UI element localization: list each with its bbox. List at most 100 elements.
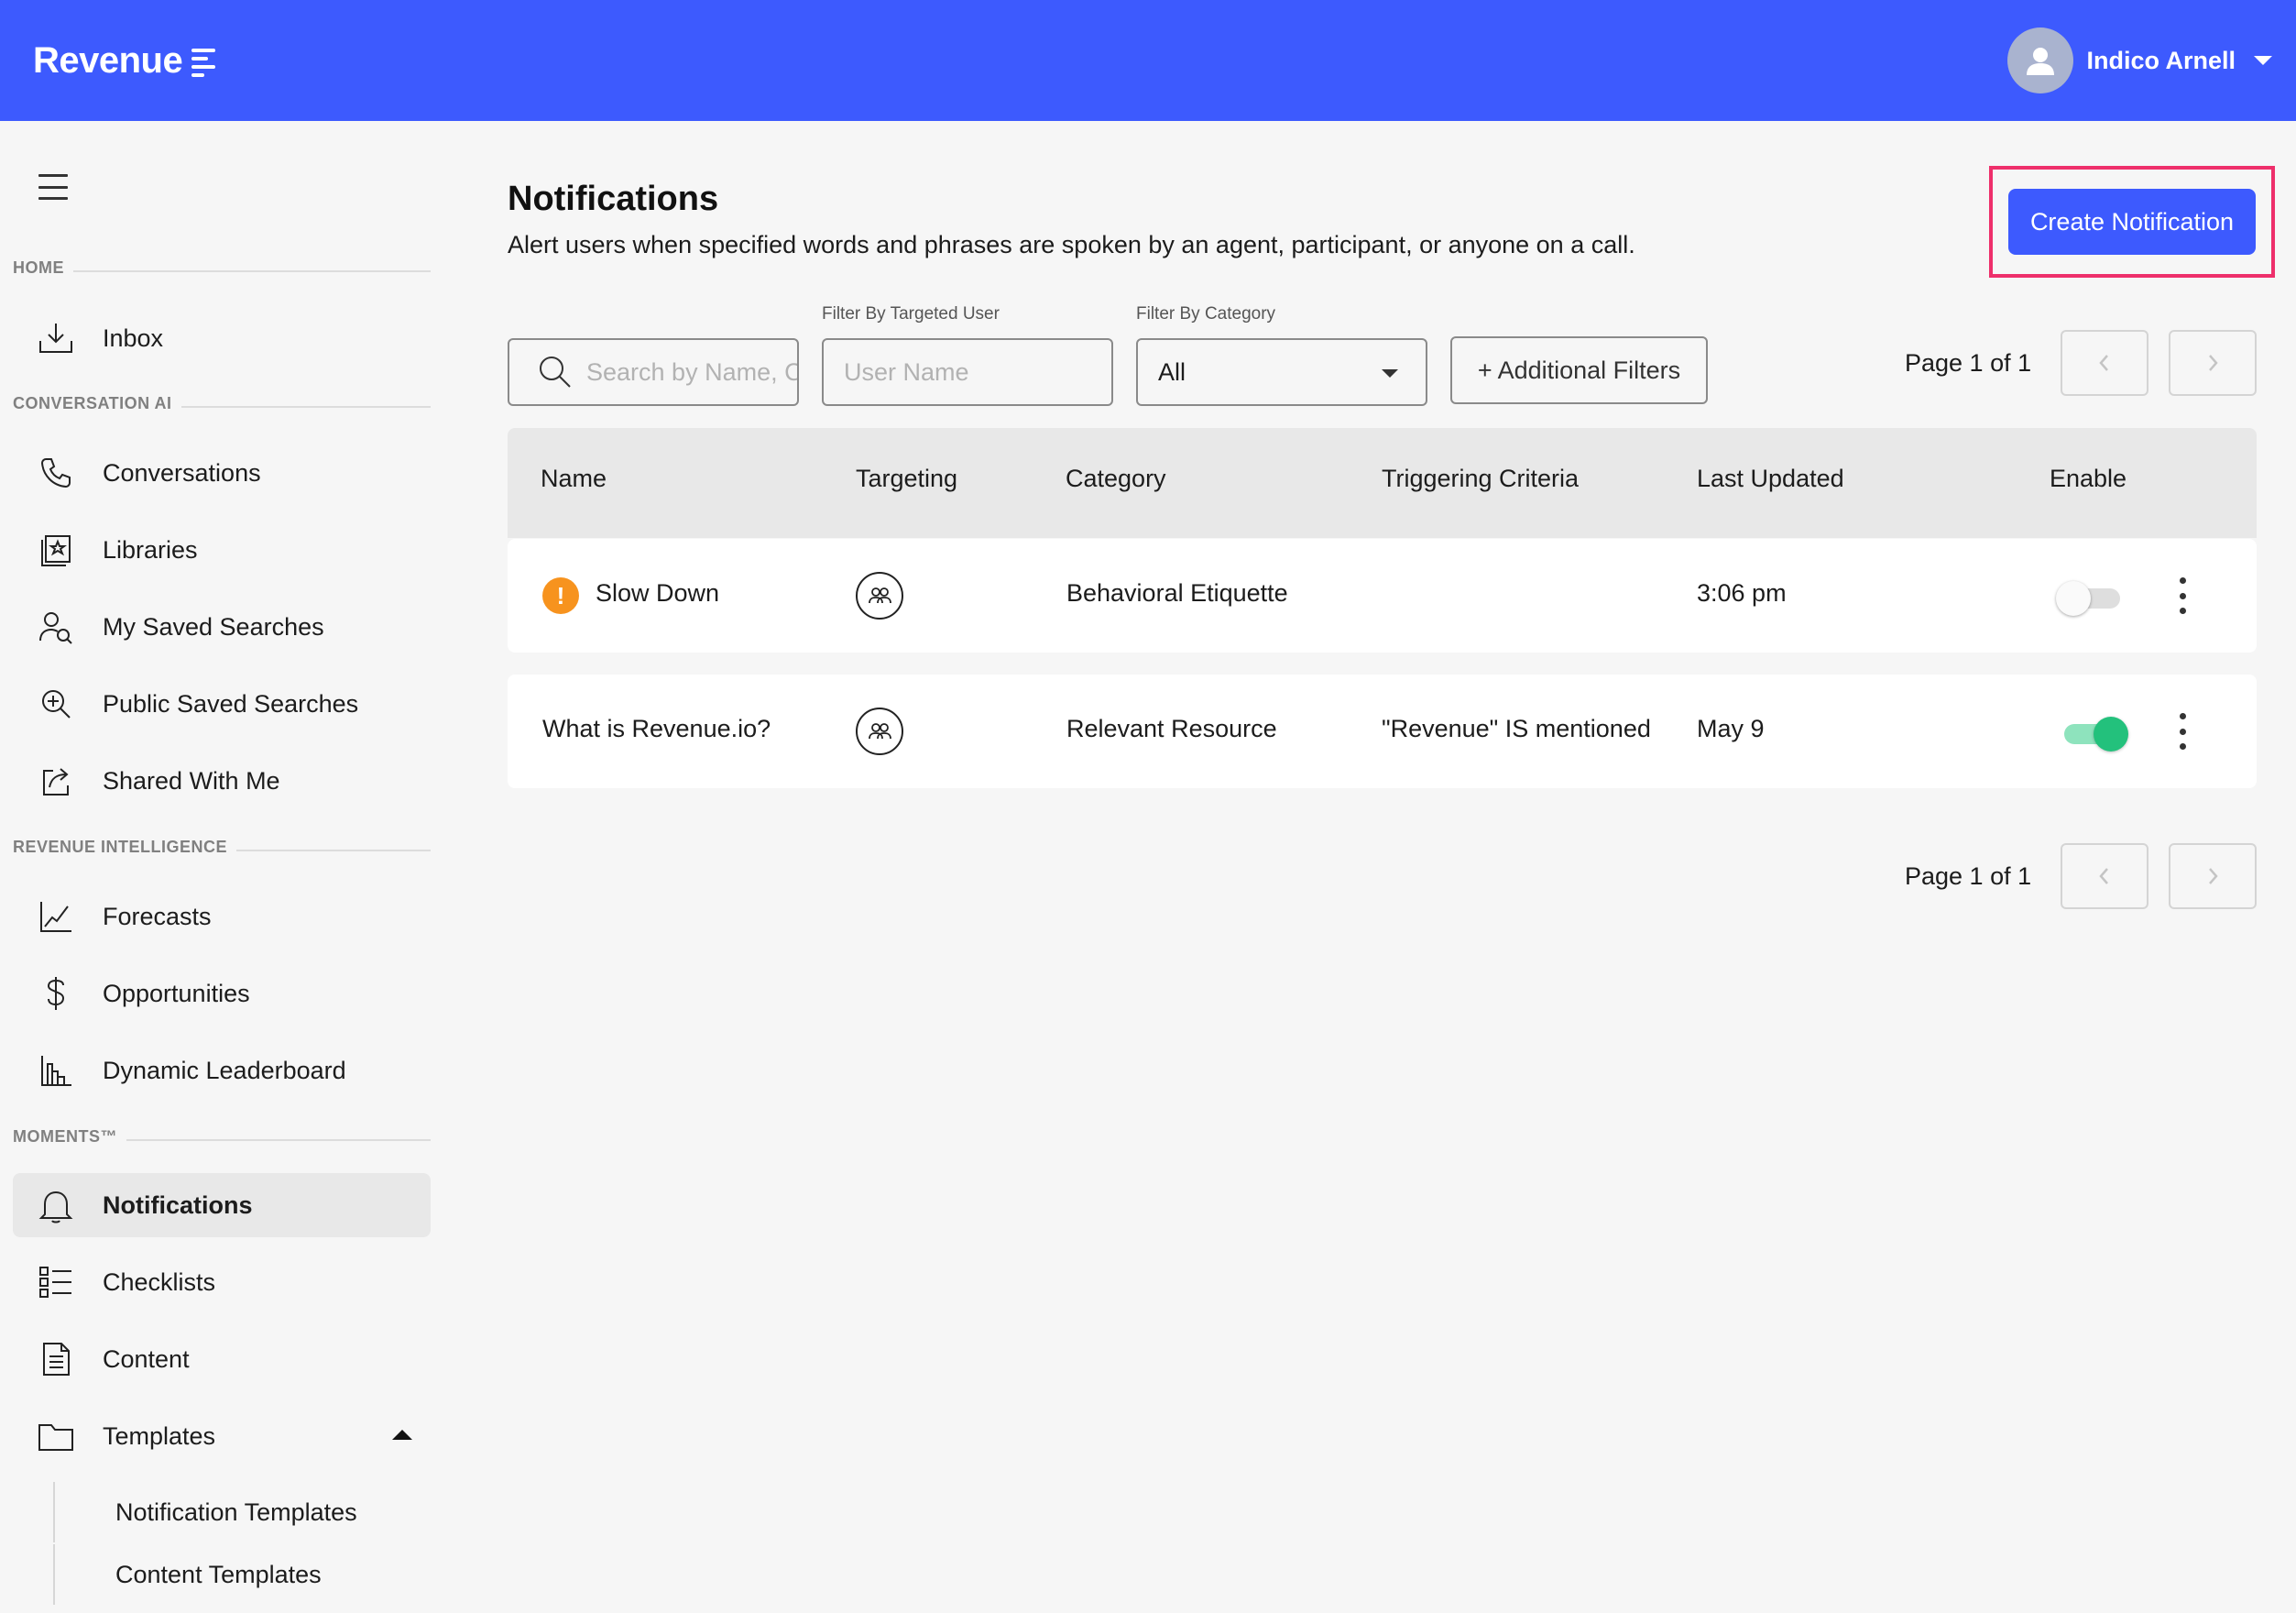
sidebar-item-templates[interactable]: Templates bbox=[13, 1404, 431, 1468]
section-conversation-ai: CONVERSATION AI bbox=[13, 394, 431, 413]
notification-category: Behavioral Etiquette bbox=[1066, 579, 1288, 607]
notification-category: Relevant Resource bbox=[1066, 715, 1277, 742]
inbox-icon bbox=[37, 319, 75, 357]
column-header-enable[interactable]: Enable bbox=[2050, 465, 2127, 493]
more-options-icon[interactable] bbox=[2173, 577, 2192, 614]
brand-logo[interactable]: Revenue bbox=[33, 39, 216, 82]
prev-page-button-bottom[interactable] bbox=[2061, 843, 2148, 909]
sidebar-item-notification-templates[interactable]: Notification Templates bbox=[53, 1482, 431, 1542]
sidebar-item-public-saved-searches[interactable]: Public Saved Searches bbox=[13, 672, 431, 736]
sidebar-item-label: Forecasts bbox=[103, 902, 212, 930]
more-options-icon[interactable] bbox=[2173, 713, 2192, 750]
column-header-targeting[interactable]: Targeting bbox=[856, 465, 957, 493]
sidebar-item-label: Notifications bbox=[103, 1191, 253, 1219]
menu-toggle-icon[interactable] bbox=[38, 174, 68, 200]
table-row[interactable]: ! Slow Down Behavioral Etiquette 3:06 pm bbox=[508, 539, 2257, 653]
sidebar-item-label: Conversations bbox=[103, 458, 261, 487]
sidebar-item-shared-with-me[interactable]: Shared With Me bbox=[13, 749, 431, 813]
folder-icon bbox=[37, 1417, 75, 1455]
line-chart-icon bbox=[37, 897, 75, 936]
sidebar-item-label: Libraries bbox=[103, 535, 198, 564]
column-header-name[interactable]: Name bbox=[541, 465, 607, 493]
create-button-highlight: Create Notification bbox=[1989, 166, 2275, 278]
section-moments: MOMENTS™ bbox=[13, 1127, 431, 1147]
chevron-right-icon bbox=[2209, 868, 2218, 884]
pagination-text-top: Page 1 of 1 bbox=[1905, 349, 2032, 377]
category-select[interactable]: All bbox=[1136, 338, 1427, 406]
pagination-text-bottom: Page 1 of 1 bbox=[1905, 862, 2032, 890]
warning-icon: ! bbox=[542, 577, 579, 614]
sidebar-item-label: Shared With Me bbox=[103, 766, 280, 795]
leaderboard-icon bbox=[37, 1051, 75, 1090]
user-name: Indico Arnell bbox=[2086, 46, 2236, 74]
column-header-category[interactable]: Category bbox=[1066, 465, 1166, 493]
checklist-icon bbox=[37, 1263, 75, 1301]
section-label: HOME bbox=[13, 258, 64, 277]
enable-toggle[interactable] bbox=[2061, 717, 2128, 752]
chevron-down-icon bbox=[2254, 56, 2272, 65]
dollar-icon bbox=[37, 974, 75, 1013]
brand-name: Revenue bbox=[33, 39, 183, 81]
share-icon bbox=[37, 762, 75, 800]
chevron-left-icon bbox=[2099, 355, 2108, 371]
chevron-right-icon bbox=[2209, 355, 2218, 371]
brand-mark-icon bbox=[191, 48, 216, 77]
next-page-button-top[interactable] bbox=[2169, 330, 2257, 396]
sidebar-item-dynamic-leaderboard[interactable]: Dynamic Leaderboard bbox=[13, 1038, 431, 1103]
section-label: REVENUE INTELLIGENCE bbox=[13, 838, 228, 856]
zoom-in-icon bbox=[37, 685, 75, 723]
top-bar: Revenue Indico Arnell bbox=[0, 0, 2296, 121]
document-icon bbox=[37, 1340, 75, 1378]
dropdown-arrow-icon bbox=[1382, 369, 1398, 378]
column-header-criteria[interactable]: Triggering Criteria bbox=[1382, 465, 1579, 493]
sidebar-item-inbox[interactable]: Inbox bbox=[13, 306, 431, 370]
page-title: Notifications bbox=[508, 180, 719, 218]
search-field[interactable] bbox=[508, 338, 799, 406]
category-filter-label: Filter By Category bbox=[1136, 304, 1276, 324]
notification-updated: May 9 bbox=[1697, 715, 1765, 742]
user-filter-field[interactable] bbox=[822, 338, 1113, 406]
sidebar-item-label: Opportunities bbox=[103, 979, 250, 1007]
create-notification-button[interactable]: Create Notification bbox=[2008, 189, 2256, 255]
section-label: MOMENTS™ bbox=[13, 1127, 117, 1146]
chevron-up-icon[interactable] bbox=[392, 1430, 412, 1440]
sidebar-item-label: Public Saved Searches bbox=[103, 689, 359, 718]
library-icon bbox=[37, 531, 75, 569]
search-icon bbox=[540, 357, 571, 388]
search-input[interactable] bbox=[586, 357, 797, 387]
toggle-knob bbox=[2094, 717, 2128, 752]
enable-toggle[interactable] bbox=[2056, 581, 2124, 616]
user-filter-label: Filter By Targeted User bbox=[822, 304, 1000, 324]
prev-page-button-top[interactable] bbox=[2061, 330, 2148, 396]
sidebar-item-libraries[interactable]: Libraries bbox=[13, 518, 431, 582]
user-name-input[interactable] bbox=[844, 357, 1111, 387]
sidebar-item-content[interactable]: Content bbox=[13, 1327, 431, 1391]
sidebar: HOME Inbox CONVERSATION AI Conversations… bbox=[0, 121, 440, 1613]
sidebar-item-my-saved-searches[interactable]: My Saved Searches bbox=[13, 595, 431, 659]
sidebar-item-label: Content bbox=[103, 1344, 190, 1373]
sidebar-item-conversations[interactable]: Conversations bbox=[13, 441, 431, 505]
next-page-button-bottom[interactable] bbox=[2169, 843, 2257, 909]
sidebar-item-forecasts[interactable]: Forecasts bbox=[13, 884, 431, 949]
sidebar-item-label: Notification Templates bbox=[115, 1498, 357, 1526]
sidebar-item-label: Content Templates bbox=[115, 1560, 322, 1588]
user-menu[interactable]: Indico Arnell bbox=[2007, 27, 2272, 93]
sidebar-item-opportunities[interactable]: Opportunities bbox=[13, 961, 431, 1026]
page-subtitle: Alert users when specified words and phr… bbox=[508, 231, 1635, 258]
sidebar-item-content-templates[interactable]: Content Templates bbox=[53, 1544, 431, 1605]
additional-filters-button[interactable]: + Additional Filters bbox=[1450, 336, 1708, 404]
sidebar-item-notifications[interactable]: Notifications bbox=[13, 1173, 431, 1237]
user-group-icon[interactable] bbox=[856, 572, 903, 620]
column-header-last-updated[interactable]: Last Updated bbox=[1697, 465, 1844, 493]
notification-criteria: "Revenue" IS mentioned bbox=[1382, 715, 1651, 742]
user-search-icon bbox=[37, 608, 75, 646]
section-home: HOME bbox=[13, 258, 431, 278]
user-group-icon[interactable] bbox=[856, 708, 903, 755]
notification-name[interactable]: What is Revenue.io? bbox=[542, 715, 771, 743]
sidebar-item-label: Inbox bbox=[103, 324, 164, 352]
notification-name[interactable]: Slow Down bbox=[596, 579, 719, 608]
sidebar-item-label: Dynamic Leaderboard bbox=[103, 1056, 346, 1084]
sidebar-item-checklists[interactable]: Checklists bbox=[13, 1250, 431, 1314]
category-select-value: All bbox=[1158, 357, 1186, 386]
table-row[interactable]: What is Revenue.io? Relevant Resource "R… bbox=[508, 675, 2257, 788]
